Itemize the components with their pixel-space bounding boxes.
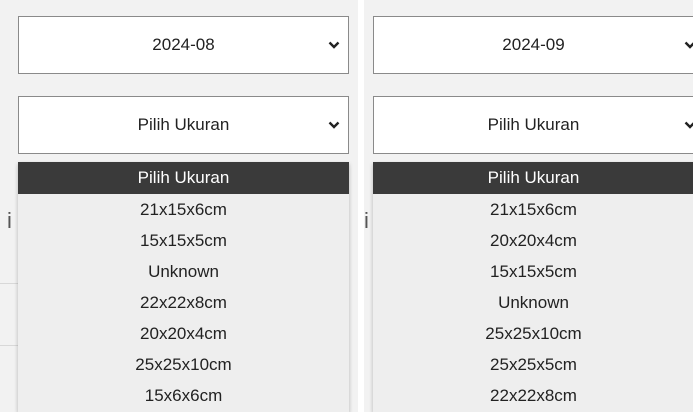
dropdown-option[interactable]: 20x20x4cm xyxy=(373,225,693,256)
size-select[interactable]: Pilih Ukuran xyxy=(18,96,349,154)
dropdown-option[interactable]: 15x15x5cm xyxy=(18,225,349,256)
truncated-text-fragment: i xyxy=(7,208,12,233)
dropdown-option-selected[interactable]: Pilih Ukuran xyxy=(373,162,693,194)
month-select[interactable]: 2024-08 xyxy=(18,16,349,74)
dropdown-option[interactable]: 25x25x5cm xyxy=(373,349,693,380)
dropdown-option[interactable]: Unknown xyxy=(18,256,349,287)
dropdown-option[interactable]: 25x25x10cm xyxy=(18,349,349,380)
size-options-dropdown: Pilih Ukuran 21x15x6cm 15x15x5cm Unknown… xyxy=(18,162,349,412)
divider-line xyxy=(0,345,18,346)
dropdown-option[interactable]: 22x22x8cm xyxy=(373,380,693,411)
chevron-down-icon xyxy=(328,121,340,129)
left-filter-panel: i 2024-08 Pilih Ukuran Pilih Ukuran 21x1… xyxy=(0,0,358,412)
size-select-value: Pilih Ukuran xyxy=(137,115,230,134)
dropdown-option-selected[interactable]: Pilih Ukuran xyxy=(18,162,349,194)
dropdown-option[interactable]: 21x15x6cm xyxy=(18,194,349,225)
size-select[interactable]: Pilih Ukuran xyxy=(373,96,693,154)
right-filter-panel: h i 2024-09 Pilih Ukuran Pilih Ukuran 21… xyxy=(364,0,693,412)
dropdown-option[interactable]: 15x15x5cm xyxy=(373,256,693,287)
chevron-down-icon xyxy=(684,121,693,129)
month-select-value: 2024-09 xyxy=(502,35,565,54)
dropdown-option[interactable]: 15x6x6cm xyxy=(18,380,349,411)
chevron-down-icon xyxy=(328,41,340,49)
chevron-down-icon xyxy=(684,41,693,49)
dropdown-option[interactable]: 21x15x6cm xyxy=(373,194,693,225)
dropdown-option[interactable]: 22x22x8cm xyxy=(18,287,349,318)
size-select-value: Pilih Ukuran xyxy=(487,115,580,134)
dropdown-option[interactable]: Unknown xyxy=(373,287,693,318)
truncated-text-fragment: i xyxy=(364,208,369,233)
dropdown-option[interactable]: 20x20x4cm xyxy=(18,318,349,349)
dropdown-option[interactable]: 25x25x10cm xyxy=(373,318,693,349)
month-select-value: 2024-08 xyxy=(152,35,215,54)
divider-line xyxy=(0,283,18,284)
month-select[interactable]: 2024-09 xyxy=(373,16,693,74)
size-options-dropdown: Pilih Ukuran 21x15x6cm 20x20x4cm 15x15x5… xyxy=(373,162,693,412)
